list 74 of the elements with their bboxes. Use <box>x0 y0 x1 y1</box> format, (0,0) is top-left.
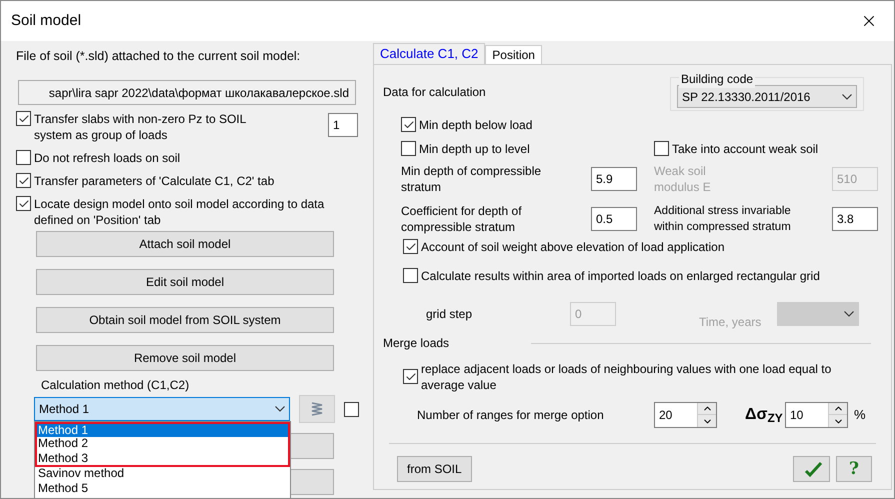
checkbox-label: Do not refresh loads on soil <box>34 150 180 166</box>
field-label: Number of ranges for merge option <box>416 407 605 424</box>
spin-up-button[interactable] <box>829 403 847 415</box>
checkbox-label: Transfer slabs with non-zero Pz to SOIL system as group of loads <box>34 111 247 143</box>
window-title: Soil model <box>11 10 82 31</box>
checkbox-label: replace adjacent loads or loads of neighbouring values with one load equal to average value <box>421 361 832 393</box>
spin-field[interactable]: 20 <box>654 402 717 428</box>
action-button[interactable]: Attach soil model <box>36 231 334 257</box>
checkbox[interactable] <box>344 402 359 416</box>
method-label: Calculation method (C1,C2) <box>41 377 190 392</box>
unit-label: % <box>854 406 866 424</box>
checkbox-label: Account of soil weight above elevation of load application <box>421 239 725 255</box>
field-label: Min depth of compressible stratum <box>401 163 542 195</box>
file-label: File of soil (*.sld) attached to the current soil model: <box>16 48 302 63</box>
checkbox[interactable] <box>16 173 31 188</box>
dropdown-item[interactable]: Method 1 <box>35 422 290 437</box>
check-icon <box>404 370 416 382</box>
input-field[interactable]: 0.5 <box>591 207 637 231</box>
checkbox[interactable] <box>16 150 31 165</box>
checkbox[interactable] <box>401 141 416 156</box>
checkbox[interactable] <box>401 117 416 132</box>
checkbox[interactable] <box>16 111 31 126</box>
checkbox-label: Calculate results within area of imported loads on enlarged rectangular grid <box>421 268 820 284</box>
chevron-down-icon <box>842 94 852 100</box>
spring-button[interactable] <box>299 395 335 423</box>
checkbox[interactable] <box>654 141 669 156</box>
tab[interactable]: Position <box>485 45 542 64</box>
dropdown-item[interactable]: Method 5 <box>35 482 290 497</box>
spring-icon <box>310 401 324 417</box>
checkbox-label: Min depth up to level <box>419 141 530 157</box>
check-icon <box>402 118 414 130</box>
field-label: Additional stress invariable within compressed stratum <box>654 204 792 235</box>
check-icon <box>404 240 416 252</box>
checkbox[interactable] <box>16 196 31 211</box>
delta-sigma-label: Δσ$_{ZY}$ <box>745 405 784 427</box>
input-field[interactable]: 1 <box>328 113 358 137</box>
spin-up-button[interactable] <box>698 403 716 415</box>
field-label: Weak soil modulus E <box>654 163 712 195</box>
select-value: Method 1 <box>39 401 90 418</box>
spin-down-button[interactable] <box>698 415 716 427</box>
method-select[interactable]: Method 1 <box>34 397 290 421</box>
from-soil-button[interactable]: from SOIL <box>397 456 472 482</box>
check-icon <box>18 112 30 124</box>
ok-button[interactable] <box>793 456 830 482</box>
field-label: Coefficient for depth of compressible stratum <box>401 203 523 235</box>
building-code-select[interactable]: SP 22.13330.2011/2016 <box>677 85 857 108</box>
chevron-down-icon <box>844 311 854 317</box>
section-heading: Merge loads <box>383 335 450 352</box>
checkbox[interactable] <box>403 268 418 283</box>
checkbox-label: Transfer parameters of 'Calculate C1, C2' tab <box>34 173 274 189</box>
file-path-field: sapr\lira sapr 2022\data\формат школакавалерское.sld <box>18 80 356 105</box>
checkbox-label: Min depth below load <box>419 117 532 133</box>
help-button[interactable]: ? <box>836 456 872 482</box>
action-button[interactable]: Edit soil model <box>36 269 334 295</box>
checkbox-label: Locate design model onto soil model according to data defined on 'Position' tab <box>34 196 326 228</box>
input-field[interactable]: 5.9 <box>591 167 637 191</box>
check-icon <box>18 174 30 186</box>
check-icon <box>18 198 30 210</box>
tab[interactable]: Calculate C1, C2 <box>373 43 486 64</box>
checkbox[interactable] <box>403 239 418 254</box>
checkbox-label: Take into account weak soil <box>672 141 818 157</box>
select-value: SP 22.13330.2011/2016 <box>682 88 810 106</box>
chevron-down-icon <box>275 406 285 412</box>
action-button[interactable]: Obtain soil model from SOIL system <box>36 307 334 333</box>
dropdown-item[interactable]: Method 3 <box>35 452 290 467</box>
section-heading: Data for calculation <box>383 84 486 101</box>
input-field[interactable]: 3.8 <box>832 207 878 231</box>
field-label: grid step <box>425 306 474 323</box>
spin-down-button[interactable] <box>829 415 847 427</box>
spin-field[interactable]: 10 <box>785 402 848 428</box>
dropdown-item[interactable]: Savinov method <box>35 467 290 482</box>
field-label: Time, years <box>699 314 762 331</box>
checkbox[interactable] <box>403 369 418 384</box>
action-button[interactable]: Remove soil model <box>36 345 334 371</box>
